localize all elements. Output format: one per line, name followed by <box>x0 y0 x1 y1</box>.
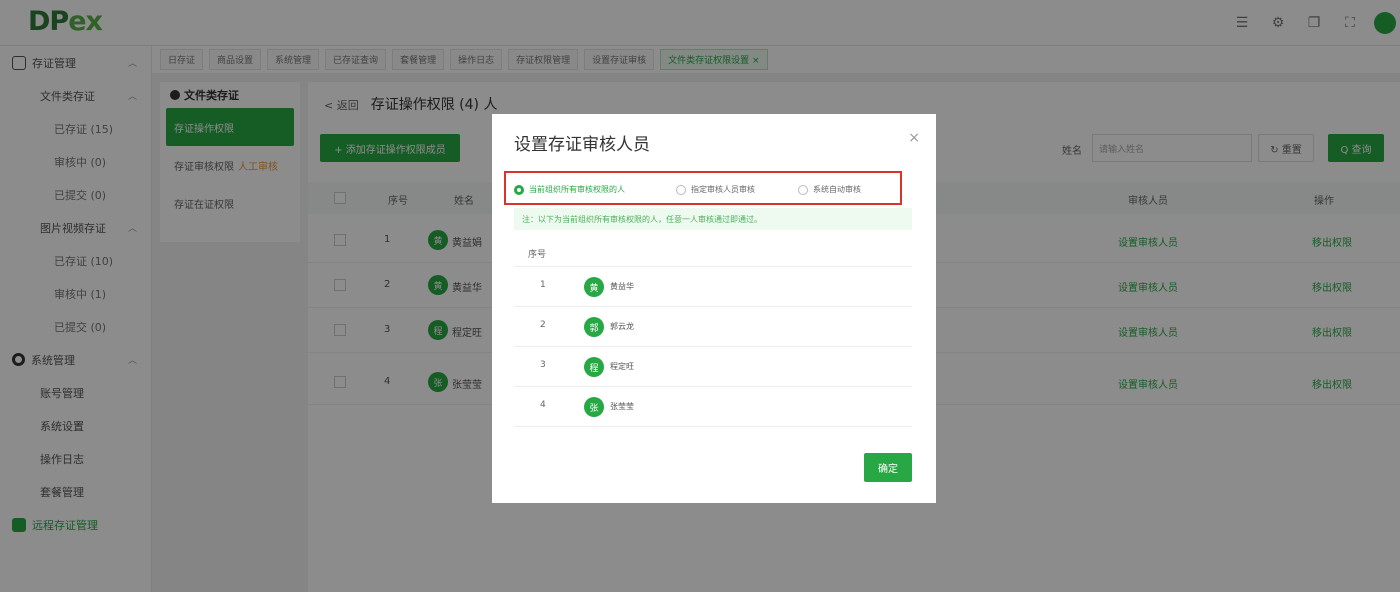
list-item: 2 郭 郭云龙 <box>514 307 912 347</box>
avatar: 张 <box>584 397 604 417</box>
radio-icon <box>798 184 808 195</box>
radio-icon <box>676 184 686 195</box>
confirm-button[interactable]: 确定 <box>864 453 912 482</box>
close-icon[interactable]: × <box>908 130 920 146</box>
approver-note: 注：以下为当前组织所有审核权限的人，任意一人审核通过即通过。 <box>514 208 912 230</box>
radio-checked-icon <box>514 184 524 195</box>
option-all-approvers[interactable]: 当前组织所有审核权限的人 <box>514 184 625 195</box>
modal-table-header: 序号 <box>514 237 912 267</box>
approver-modal: 设置存证审核人员 × 当前组织所有审核权限的人 指定审核人员审核 系统自动审核 … <box>492 114 936 503</box>
option-specified-approvers[interactable]: 指定审核人员审核 <box>676 184 755 195</box>
modal-title: 设置存证审核人员 <box>514 135 650 155</box>
avatar: 程 <box>584 357 604 377</box>
list-item: 1 黄 黄益华 <box>514 267 912 307</box>
approver-option-group: 当前组织所有审核权限的人 指定审核人员审核 系统自动审核 <box>504 171 902 205</box>
avatar: 郭 <box>584 317 604 337</box>
list-item: 3 程 程定旺 <box>514 347 912 387</box>
option-auto-approve[interactable]: 系统自动审核 <box>798 184 861 195</box>
avatar: 黄 <box>584 277 604 297</box>
list-item: 4 张 张莹莹 <box>514 387 912 427</box>
